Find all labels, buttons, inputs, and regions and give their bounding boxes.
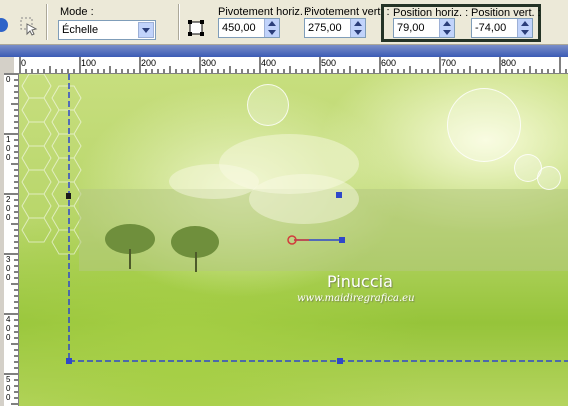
pivot-horiz-value: 450,00 — [222, 22, 256, 34]
ruler-left-label: 300 — [6, 255, 11, 282]
rotation-handle — [339, 237, 345, 243]
ruler-left-label: 400 — [6, 315, 11, 342]
position-vert-value: -74,00 — [475, 22, 507, 34]
ruler-top-label: 100 — [81, 58, 97, 68]
image-window-titlebar[interactable] — [0, 45, 568, 57]
ruler-left-label: 0 — [6, 75, 11, 84]
mode-select[interactable]: Échelle — [58, 20, 156, 40]
pivot-vert-label: Pivotement vert. : — [304, 6, 390, 18]
pivot-vert-field[interactable]: 275,00 — [304, 18, 366, 38]
pivot-horiz-spinner[interactable] — [264, 19, 279, 37]
position-horiz-spinner[interactable] — [439, 19, 454, 37]
position-horiz-value: 79,00 — [397, 22, 425, 34]
ruler-top-label: 700 — [441, 58, 457, 68]
ruler-top-label: 500 — [321, 58, 337, 68]
pivot-vert-spinner[interactable] — [350, 19, 365, 37]
toolbar-separator — [178, 4, 179, 40]
position-vert-field[interactable]: -74,00 — [471, 18, 533, 38]
tool-options-bar: Mode : Échelle Pivotement horiz. : 450,0… — [0, 0, 568, 45]
ruler-top: 0 100 200 300 400 500 600 700 800 — [14, 57, 568, 74]
top-handle — [336, 192, 342, 198]
chevron-down-icon[interactable] — [138, 22, 154, 38]
bottom-left-handle — [66, 358, 72, 364]
ruler-left: 0 100 200 300 400 500 — [4, 73, 19, 406]
ruler-top-label: 200 — [141, 58, 157, 68]
position-vert-spinner[interactable] — [517, 19, 532, 37]
ruler-top-label: 0 — [21, 58, 27, 68]
selection-overlay — [66, 74, 568, 364]
pivot-horiz-field[interactable]: 450,00 — [218, 18, 280, 38]
ruler-top-label: 800 — [501, 58, 517, 68]
ruler-left-label: 500 — [6, 375, 11, 402]
ruler-left-label: 100 — [6, 135, 11, 162]
ruler-top-label: 600 — [381, 58, 397, 68]
bottom-mid-handle — [337, 358, 343, 364]
ruler-top-label: 400 — [261, 58, 277, 68]
ruler-top-label: 300 — [201, 58, 217, 68]
mode-label: Mode : — [60, 6, 94, 18]
pivot-vert-value: 275,00 — [308, 22, 342, 34]
left-edge-handle — [66, 193, 71, 199]
position-horiz-field[interactable]: 79,00 — [393, 18, 455, 38]
pivot-horiz-label: Pivotement horiz. : — [218, 6, 310, 18]
ruler-left-label: 200 — [6, 195, 11, 222]
toolbar-separator — [46, 4, 47, 40]
help-icon[interactable] — [0, 18, 8, 32]
pivot-point-icon[interactable] — [188, 20, 204, 36]
image-canvas[interactable]: Pinuccia www.maidiregrafica.eu — [19, 74, 568, 406]
pick-tool-icon[interactable] — [18, 15, 40, 37]
mode-select-value: Échelle — [62, 24, 99, 36]
